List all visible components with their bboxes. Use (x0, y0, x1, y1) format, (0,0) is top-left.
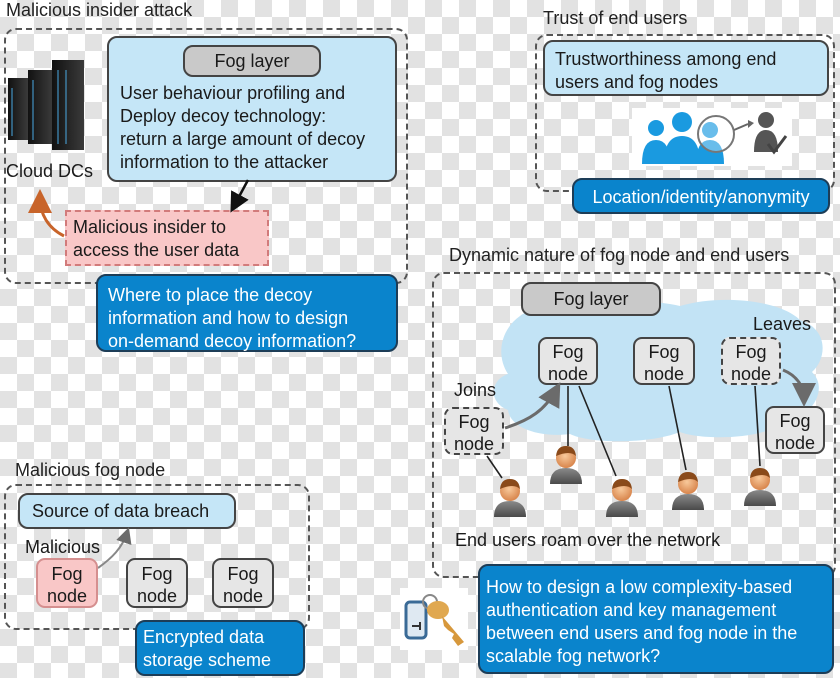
scheme-line: storage scheme (143, 650, 272, 670)
node-line: Fog (51, 564, 83, 584)
node-line: node (136, 586, 178, 606)
fog-node: Fog node (126, 558, 188, 608)
node-line: node (222, 586, 264, 606)
fog-node: Fog node (212, 558, 274, 608)
encrypted-storage-box: Encrypted data storage scheme (135, 620, 305, 676)
node-line: Fog (141, 564, 173, 584)
malicious-fog-node: Fog node (36, 558, 98, 608)
breach-arrow (97, 527, 132, 569)
scheme-line: Encrypted data (143, 627, 265, 647)
node-line: Fog (227, 564, 259, 584)
node-line: node (46, 586, 88, 606)
